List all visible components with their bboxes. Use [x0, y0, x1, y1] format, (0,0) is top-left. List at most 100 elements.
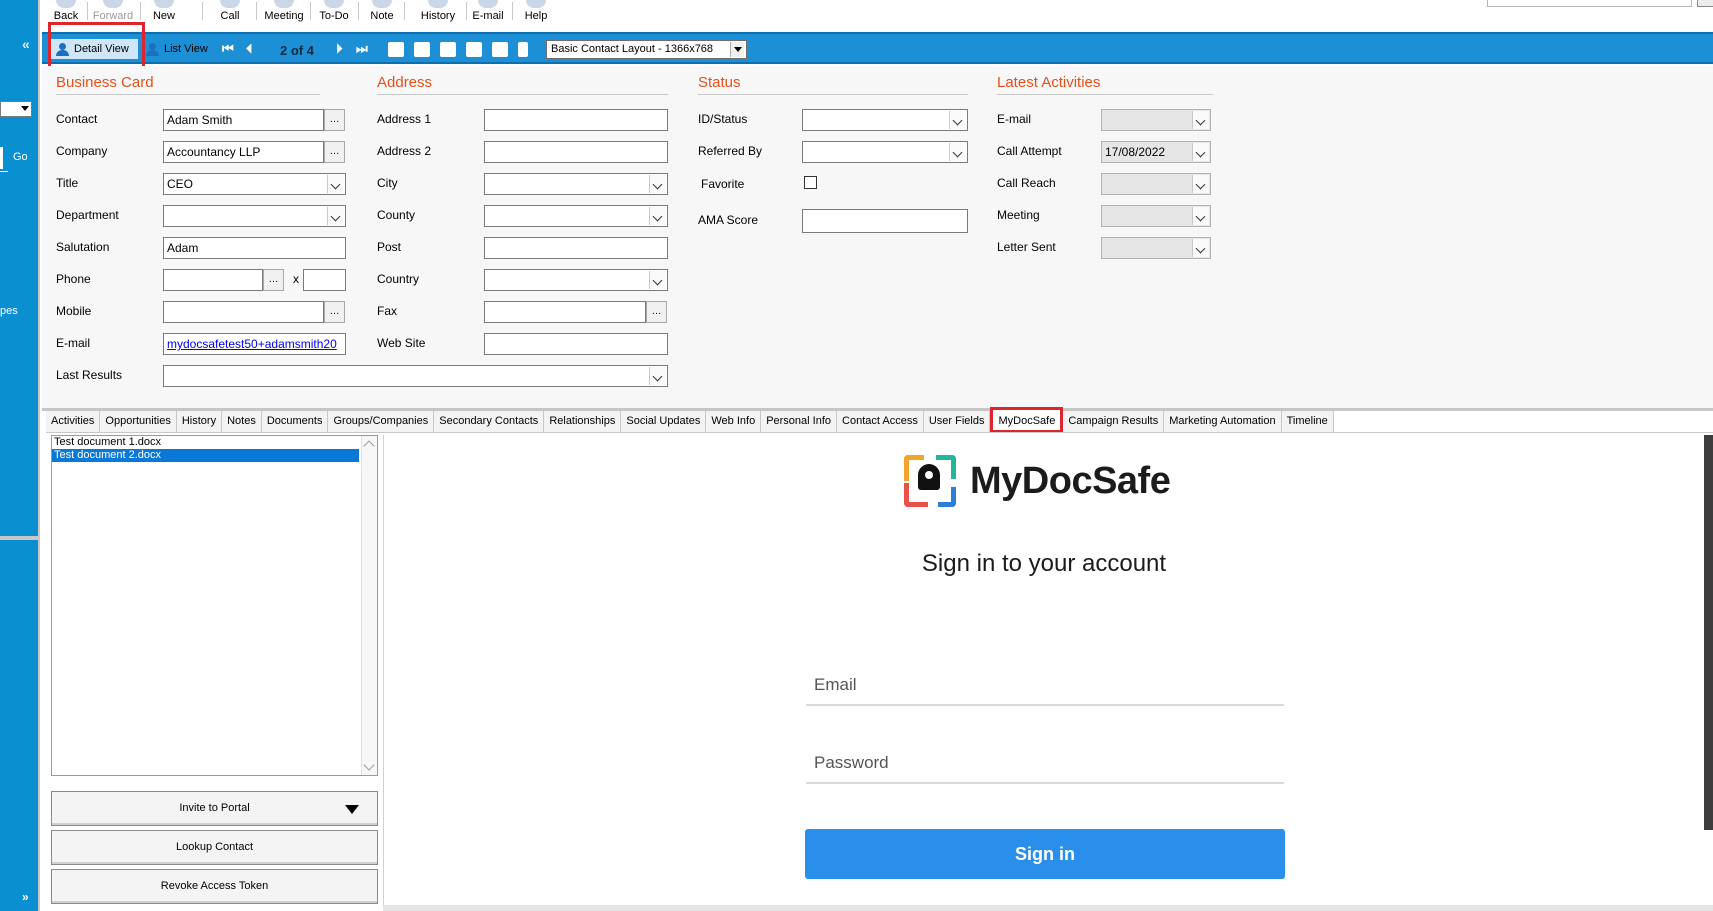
help-button[interactable]: Help — [520, 0, 552, 32]
tab-web-info[interactable]: Web Info — [706, 411, 762, 433]
tab-groups-companies[interactable]: Groups/Companies — [328, 411, 435, 433]
new-button[interactable]: New — [146, 0, 182, 32]
divider — [140, 2, 141, 20]
signin-button[interactable]: Sign in — [805, 829, 1285, 879]
paperclip-icon[interactable] — [492, 42, 508, 57]
chevron-down-icon — [1192, 111, 1209, 129]
edit-layout-icon[interactable] — [466, 42, 482, 57]
map-pin-icon[interactable] — [518, 42, 528, 57]
search-input[interactable] — [1487, 0, 1692, 7]
tab-campaign-results[interactable]: Campaign Results — [1063, 411, 1165, 433]
sidebar-partial-label: pes — [0, 305, 18, 317]
double-chevron-down-icon[interactable]: » — [22, 890, 29, 904]
list-view-button[interactable]: List View — [146, 39, 208, 59]
tab-social-updates[interactable]: Social Updates — [621, 411, 707, 433]
call-reach-date[interactable] — [1101, 173, 1211, 195]
sidebar-dropdown[interactable] — [0, 101, 32, 117]
tab-timeline[interactable]: Timeline — [1281, 411, 1334, 433]
tab-relationships[interactable]: Relationships — [544, 411, 622, 433]
people-icon — [146, 42, 159, 56]
letter-sent-date[interactable] — [1101, 237, 1211, 259]
save-icon[interactable] — [388, 42, 404, 57]
double-chevron-left-icon[interactable]: « — [22, 36, 30, 52]
print-icon[interactable] — [414, 42, 430, 57]
tab-user-fields[interactable]: User Fields — [923, 411, 991, 433]
document-list-scrollbar[interactable] — [361, 436, 377, 775]
tab-marketing-automation[interactable]: Marketing Automation — [1164, 411, 1282, 433]
todo-button[interactable]: To-Do — [314, 0, 354, 32]
email-button[interactable]: E-mail — [470, 0, 506, 32]
phone-input[interactable] — [163, 269, 263, 291]
country-select[interactable] — [484, 269, 668, 291]
tab-contact-access[interactable]: Contact Access — [837, 411, 924, 433]
history-button[interactable]: History — [418, 0, 458, 32]
sidebar-splitter[interactable] — [0, 536, 40, 540]
id-status-label: ID/Status — [698, 112, 748, 126]
first-record-icon[interactable]: ⏮ — [222, 41, 234, 57]
ama-score-input[interactable] — [802, 209, 968, 233]
call-attempt-date[interactable]: 17/08/2022 — [1101, 141, 1211, 163]
title-select[interactable]: CEO — [163, 173, 346, 195]
list-item[interactable]: Test document 1.docx — [52, 436, 359, 449]
tab-notes[interactable]: Notes — [222, 411, 262, 433]
document-list[interactable]: Test document 1.docx Test document 2.doc… — [51, 435, 378, 776]
group-icon[interactable] — [440, 42, 456, 57]
phone-icon — [220, 0, 240, 8]
web-panel-scrollbar[interactable] — [1704, 435, 1713, 830]
tab-personal-info[interactable]: Personal Info — [761, 411, 838, 433]
city-select[interactable] — [484, 173, 668, 195]
salutation-input[interactable]: Adam — [163, 237, 346, 259]
email-field[interactable] — [806, 666, 1284, 704]
mobile-browse-button[interactable]: … — [324, 301, 345, 323]
tab-activities[interactable]: Activities — [46, 411, 101, 433]
fax-browse-button[interactable]: … — [646, 301, 667, 323]
list-item-selected[interactable]: Test document 2.docx — [52, 449, 359, 462]
revoke-access-token-button[interactable]: Revoke Access Token — [51, 869, 378, 904]
company-browse-button[interactable]: … — [324, 141, 345, 163]
layout-select[interactable]: Basic Contact Layout - 1366x768 — [546, 40, 747, 59]
invite-to-portal-button[interactable]: Invite to Portal — [51, 791, 378, 826]
contact-browse-button[interactable]: … — [324, 109, 345, 131]
website-input[interactable] — [484, 333, 668, 355]
contact-input[interactable]: Adam Smith — [163, 109, 324, 131]
county-select[interactable] — [484, 205, 668, 227]
favorite-checkbox[interactable] — [804, 176, 817, 189]
chevron-down-icon[interactable] — [363, 759, 375, 771]
id-status-select[interactable] — [802, 109, 968, 131]
tab-secondary-contacts[interactable]: Secondary Contacts — [434, 411, 545, 433]
last-results-select[interactable] — [163, 365, 668, 387]
meeting-date[interactable] — [1101, 205, 1211, 227]
department-select[interactable] — [163, 205, 346, 227]
address-title: Address — [377, 74, 668, 95]
dropdown-arrow-icon[interactable] — [345, 805, 359, 814]
phone-extension-input[interactable] — [303, 269, 346, 291]
mobile-input[interactable] — [163, 301, 324, 323]
lookup-contact-button[interactable]: Lookup Contact — [51, 830, 378, 865]
password-field[interactable] — [806, 744, 1284, 782]
address2-input[interactable] — [484, 141, 668, 163]
last-record-icon[interactable]: ⏭ — [356, 41, 368, 57]
next-record-icon[interactable]: ⏵ — [336, 41, 343, 57]
tab-mydocsafe[interactable]: MyDocSafe — [990, 407, 1064, 433]
go-button[interactable]: Go — [0, 147, 40, 169]
previous-record-icon[interactable]: ⏴ — [246, 41, 253, 57]
call-button[interactable]: Call — [212, 0, 248, 32]
phone-browse-button[interactable]: … — [263, 269, 284, 291]
meeting-button[interactable]: Meeting — [260, 0, 308, 32]
search-go-button[interactable] — [1697, 0, 1713, 7]
fax-input[interactable] — [484, 301, 646, 323]
tab-history[interactable]: History — [176, 411, 223, 433]
post-input[interactable] — [484, 237, 668, 259]
help-icon — [526, 0, 546, 8]
address1-input[interactable] — [484, 109, 668, 131]
tab-opportunities[interactable]: Opportunities — [100, 411, 177, 433]
chevron-up-icon[interactable] — [363, 440, 375, 452]
note-button[interactable]: Note — [366, 0, 398, 32]
activity-email-date[interactable] — [1101, 109, 1211, 131]
address2-label: Address 2 — [377, 144, 432, 158]
latest-activities-title: Latest Activities — [997, 74, 1213, 95]
tab-documents[interactable]: Documents — [261, 411, 329, 433]
referred-by-select[interactable] — [802, 141, 968, 163]
email-link[interactable]: mydocsafetest50+adamsmith20 — [163, 333, 346, 355]
company-input[interactable]: Accountancy LLP — [163, 141, 324, 163]
